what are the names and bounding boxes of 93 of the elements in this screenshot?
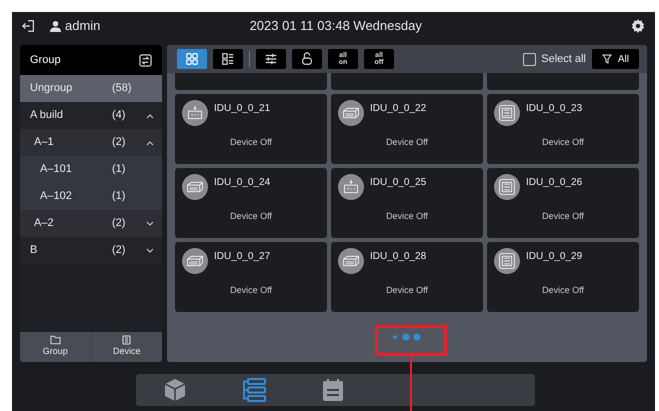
tree-list-icon: [242, 378, 266, 402]
list-button[interactable]: [213, 49, 243, 69]
device-status: Device Off: [385, 210, 429, 223]
device-status: Device Off: [541, 210, 585, 223]
page-dots-icon[interactable]: [392, 332, 422, 342]
device-status: Device Off: [385, 284, 429, 297]
duct-unit-icon: [182, 248, 208, 274]
user-icon: [50, 20, 61, 32]
filter-button[interactable]: All: [592, 49, 639, 69]
group-name: B: [30, 243, 38, 258]
unlock-icon: [300, 52, 314, 66]
leader-line: [410, 356, 412, 411]
chevron-down-icon[interactable]: [146, 220, 154, 226]
group-name: A build: [30, 108, 64, 124]
grid-button[interactable]: [177, 49, 207, 69]
nav-tab[interactable]: [242, 378, 266, 402]
group-name: Ungroup: [30, 81, 74, 96]
swap-icon[interactable]: [139, 54, 152, 66]
highlight-frame: [375, 325, 447, 356]
grid-view-icon: [185, 52, 199, 66]
calendar-icon: [322, 378, 344, 402]
sidebar-title: Group: [30, 52, 62, 68]
group-name: A–1: [34, 135, 55, 150]
device-card[interactable]: IDU_0_0_29 Device Off: [487, 242, 639, 312]
sliders-button[interactable]: [256, 49, 286, 69]
square-panel-icon: [494, 248, 520, 274]
device-name: IDU_0_0_22: [370, 102, 426, 116]
chevron-up-icon[interactable]: [146, 140, 154, 146]
checkbox[interactable]: [523, 52, 536, 66]
device-name: IDU_0_0_29: [526, 250, 582, 264]
device-status: Device Off: [229, 136, 273, 149]
select-all-checkbox[interactable]: Select all: [523, 50, 586, 68]
device-name: IDU_0_0_28: [370, 250, 426, 264]
device-name: IDU_0_0_24: [214, 176, 270, 190]
group-row[interactable]: A–1 (2): [20, 129, 162, 156]
chevron-up-icon[interactable]: [146, 112, 154, 118]
nav-tab[interactable]: [322, 378, 344, 402]
add-group-button[interactable]: Group: [20, 332, 90, 362]
device-card[interactable]: IDU_0_0_26 Device Off: [487, 168, 639, 238]
cassette-unit-icon: [338, 174, 364, 200]
device-card[interactable]: IDU_0_0_24 Device Off: [175, 168, 327, 238]
group-count: (2): [112, 243, 126, 258]
group-row[interactable]: A–101 (1): [20, 156, 162, 183]
group-count: (2): [112, 135, 126, 150]
device-card[interactable]: IDU_0_0_23 Device Off: [487, 94, 639, 164]
logout-icon[interactable]: [22, 19, 36, 33]
device-status: Device Off: [541, 284, 585, 297]
group-count: (1): [112, 162, 126, 178]
list-view-icon: [221, 52, 235, 66]
device-name: IDU_0_0_27: [214, 250, 270, 264]
group-count: (58): [112, 81, 133, 96]
device-name: IDU_0_0_21: [214, 102, 270, 116]
add-device-button[interactable]: Device: [92, 332, 162, 362]
lock-button[interactable]: [292, 49, 322, 69]
device-name: IDU_0_0_25: [370, 176, 426, 190]
group-name: A–102: [40, 189, 73, 204]
device-icon: [122, 335, 132, 346]
device-status: Device Off: [541, 136, 585, 149]
filter-icon: [602, 54, 612, 64]
device-card[interactable]: IDU_0_0_22 Device Off: [331, 94, 483, 164]
folder-icon: [50, 335, 61, 346]
device-card[interactable]: IDU_0_0_27 Device Off: [175, 242, 327, 312]
date-time: 2023 01 11 03:48 Wednesday: [250, 17, 422, 36]
device-status: Device Off: [385, 136, 429, 149]
group-row[interactable]: A–2 (2): [20, 210, 162, 237]
group-row[interactable]: A build (4): [20, 102, 162, 129]
duct-unit-icon: [182, 174, 208, 200]
group-row[interactable]: B (2): [20, 237, 162, 264]
group-count: (1): [112, 189, 126, 204]
cube-icon: [164, 378, 186, 402]
cassette-unit-icon: [182, 100, 208, 126]
group-name: A–101: [40, 162, 73, 178]
chevron-down-icon[interactable]: [146, 248, 154, 254]
group-count: (4): [112, 108, 126, 124]
square-panel-icon: [494, 100, 520, 126]
device-name: IDU_0_0_23: [526, 102, 582, 116]
nav-tab[interactable]: [164, 378, 186, 402]
device-status: Device Off: [229, 284, 273, 297]
device-card[interactable]: IDU_0_0_21 Device Off: [175, 94, 327, 164]
device-card[interactable]: IDU_0_0_28 Device Off: [331, 242, 483, 312]
group-name: A–2: [34, 216, 55, 232]
device-name: IDU_0_0_26: [526, 176, 582, 190]
group-count: (2): [112, 216, 126, 232]
square-panel-icon: [494, 174, 520, 200]
device-card[interactable]: IDU_0_0_25 Device Off: [331, 168, 483, 238]
duct-unit-icon: [338, 248, 364, 274]
duct-unit-icon: [338, 100, 364, 126]
settings-icon[interactable]: [631, 19, 645, 33]
device-status: Device Off: [229, 210, 273, 223]
user-name: admin: [65, 17, 100, 36]
sliders-icon: [264, 52, 278, 66]
group-row[interactable]: A–102 (1): [20, 183, 162, 210]
group-row[interactable]: Ungroup (58): [20, 75, 162, 102]
